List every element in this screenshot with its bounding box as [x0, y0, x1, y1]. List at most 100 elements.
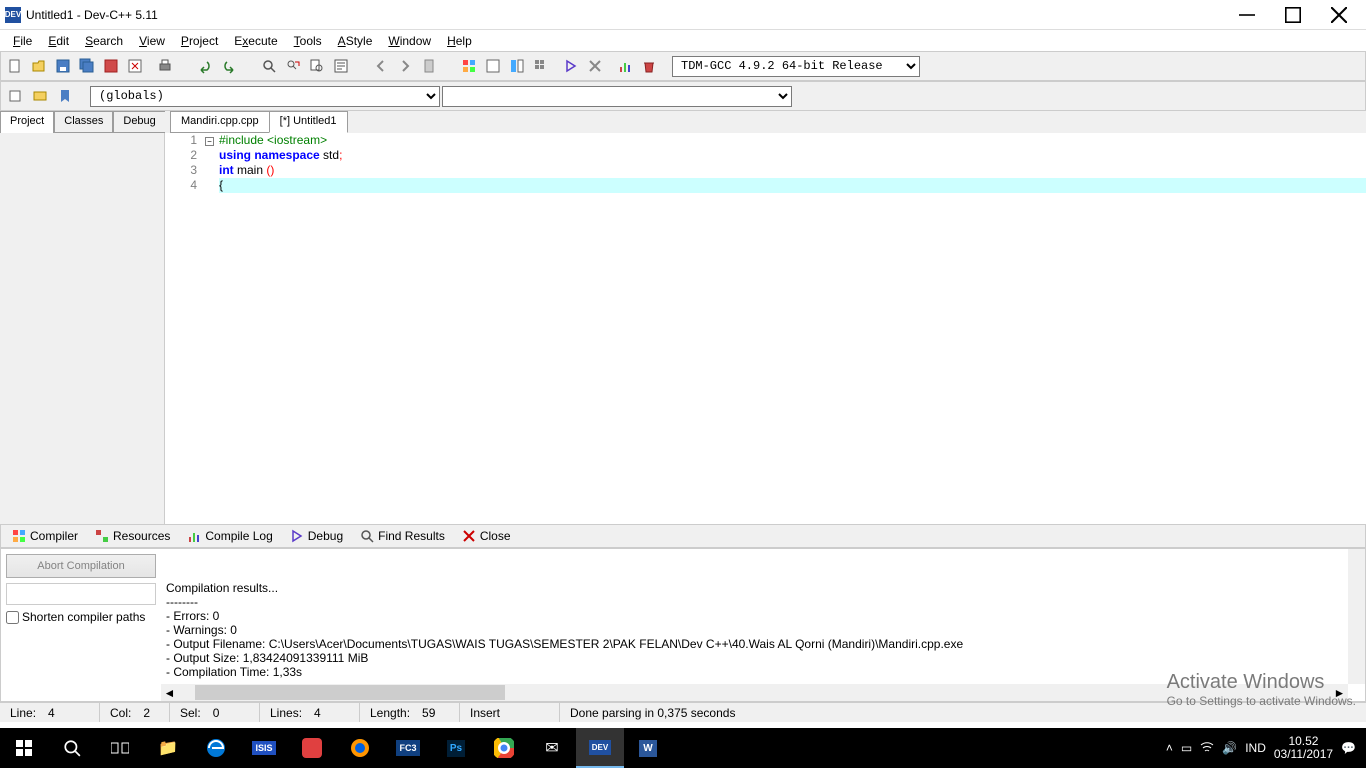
save-icon[interactable]: [51, 55, 74, 78]
find-in-files-icon[interactable]: [305, 55, 328, 78]
open-icon[interactable]: [27, 55, 50, 78]
redo-icon[interactable]: [217, 55, 240, 78]
tab-compiler[interactable]: Compiler: [4, 525, 85, 547]
code-editor[interactable]: 1234 − #include <iostream>using namespac…: [165, 133, 1366, 524]
line-gutter: 1234: [165, 133, 205, 524]
bookmark-icon[interactable]: [417, 55, 440, 78]
titlebar: DEV Untitled1 - Dev-C++ 5.11: [0, 0, 1366, 30]
app-isis-icon[interactable]: ISIS: [240, 728, 288, 768]
tray-chevron-icon[interactable]: ˄: [1166, 741, 1173, 755]
profile-icon[interactable]: [613, 55, 636, 78]
volume-icon[interactable]: 🔊: [1222, 741, 1237, 755]
class-toolbar: (globals): [0, 81, 1366, 111]
tab-label: Resources: [113, 529, 170, 543]
sidebar-tab-classes[interactable]: Classes: [54, 111, 113, 133]
tab-debug[interactable]: Debug: [282, 525, 350, 547]
bottom-panel: Abort Compilation Shorten compiler paths…: [0, 548, 1366, 702]
start-button[interactable]: [0, 728, 48, 768]
app-red-icon[interactable]: [288, 728, 336, 768]
watermark-title: Activate Windows: [1167, 671, 1356, 694]
rebuild-icon[interactable]: [529, 55, 552, 78]
tab-resources[interactable]: Resources: [87, 525, 177, 547]
fold-gutter[interactable]: −: [205, 133, 219, 524]
notifications-icon[interactable]: 💬: [1341, 741, 1356, 755]
menu-help[interactable]: Help: [439, 32, 480, 50]
menu-search[interactable]: Search: [77, 32, 131, 50]
member-select[interactable]: [442, 86, 792, 107]
compile-icon[interactable]: [457, 55, 480, 78]
devcpp-taskbar-icon[interactable]: DEV: [576, 728, 624, 768]
main-toolbar: TDM-GCC 4.9.2 64-bit Release: [0, 51, 1366, 81]
language-indicator[interactable]: IND: [1245, 741, 1266, 755]
menu-view[interactable]: View: [131, 32, 173, 50]
menu-file[interactable]: File: [5, 32, 40, 50]
status-sel-label: Sel:: [180, 706, 201, 720]
editor-tab-active[interactable]: [*] Untitled1: [269, 111, 348, 133]
goto-line-icon[interactable]: [329, 55, 352, 78]
tab-compile-log[interactable]: Compile Log: [179, 525, 279, 547]
print-icon[interactable]: [153, 55, 176, 78]
tab-label: Compile Log: [205, 529, 272, 543]
scope-select[interactable]: (globals): [90, 86, 440, 107]
status-message: Done parsing in 0,375 seconds: [570, 706, 735, 720]
system-tray[interactable]: ˄ ▭ 🔊 IND 10.52 03/11/2017 💬: [1166, 735, 1366, 761]
menu-astyle[interactable]: AStyle: [330, 32, 381, 50]
menu-edit[interactable]: Edit: [40, 32, 77, 50]
close-file-icon[interactable]: [123, 55, 146, 78]
mail-icon[interactable]: ✉: [528, 728, 576, 768]
chrome-icon[interactable]: [480, 728, 528, 768]
shorten-checkbox-input[interactable]: [6, 611, 19, 624]
photoshop-icon[interactable]: Ps: [432, 728, 480, 768]
status-mode: Insert: [470, 706, 500, 720]
firefox-icon[interactable]: [336, 728, 384, 768]
debug-start-icon[interactable]: [559, 55, 582, 78]
insert-icon[interactable]: [28, 85, 51, 108]
new-file-icon[interactable]: [3, 55, 26, 78]
sidebar-tab-debug[interactable]: Debug: [113, 111, 165, 133]
menu-project[interactable]: Project: [173, 32, 226, 50]
status-col-label: Col:: [110, 706, 131, 720]
close-button[interactable]: [1316, 1, 1361, 29]
debug-stop-icon[interactable]: [583, 55, 606, 78]
bottom-tab-bar: Compiler Resources Compile Log Debug Fin…: [0, 524, 1366, 548]
compiler-select[interactable]: TDM-GCC 4.9.2 64-bit Release: [672, 56, 920, 77]
shorten-paths-checkbox[interactable]: Shorten compiler paths: [6, 610, 156, 624]
save-as-icon[interactable]: [99, 55, 122, 78]
word-icon[interactable]: W: [624, 728, 672, 768]
tab-find-results[interactable]: Find Results: [352, 525, 452, 547]
menu-tools[interactable]: Tools: [286, 32, 330, 50]
editor-tab[interactable]: Mandiri.cpp.cpp: [170, 111, 270, 133]
tray-clock[interactable]: 10.52 03/11/2017: [1274, 735, 1333, 761]
menu-execute[interactable]: Execute: [226, 32, 285, 50]
back-icon[interactable]: [369, 55, 392, 78]
status-lines-label: Lines:: [270, 706, 302, 720]
sidebar-tab-project[interactable]: Project: [0, 111, 54, 133]
code-content[interactable]: #include <iostream>using namespace std;i…: [219, 133, 1366, 524]
main-area: Project Classes Debug Mandiri.cpp.cpp [*…: [0, 111, 1366, 524]
tab-close[interactable]: Close: [454, 525, 518, 547]
save-all-icon[interactable]: [75, 55, 98, 78]
explorer-icon[interactable]: 📁: [144, 728, 192, 768]
vertical-scrollbar[interactable]: [1348, 549, 1365, 684]
forward-icon[interactable]: [393, 55, 416, 78]
minimize-button[interactable]: [1224, 1, 1269, 29]
edge-icon[interactable]: [192, 728, 240, 768]
wifi-icon[interactable]: [1200, 740, 1214, 757]
run-icon[interactable]: [481, 55, 504, 78]
compile-run-icon[interactable]: [505, 55, 528, 78]
trash-icon[interactable]: [637, 55, 660, 78]
battery-icon[interactable]: ▭: [1181, 741, 1192, 755]
task-view-icon[interactable]: [96, 728, 144, 768]
undo-icon[interactable]: [193, 55, 216, 78]
find-icon[interactable]: [257, 55, 280, 78]
search-icon[interactable]: [48, 728, 96, 768]
app-fc3-icon[interactable]: FC3: [384, 728, 432, 768]
maximize-button[interactable]: [1270, 1, 1315, 29]
tab-label: Close: [480, 529, 511, 543]
replace-icon[interactable]: [281, 55, 304, 78]
menu-window[interactable]: Window: [380, 32, 439, 50]
windows-taskbar[interactable]: 📁 ISIS FC3 Ps ✉ DEV W ˄ ▭ 🔊 IND 10.52 03…: [0, 728, 1366, 768]
bookmark2-icon[interactable]: [53, 85, 76, 108]
new-class-icon[interactable]: [3, 85, 26, 108]
tray-date: 03/11/2017: [1274, 748, 1333, 761]
